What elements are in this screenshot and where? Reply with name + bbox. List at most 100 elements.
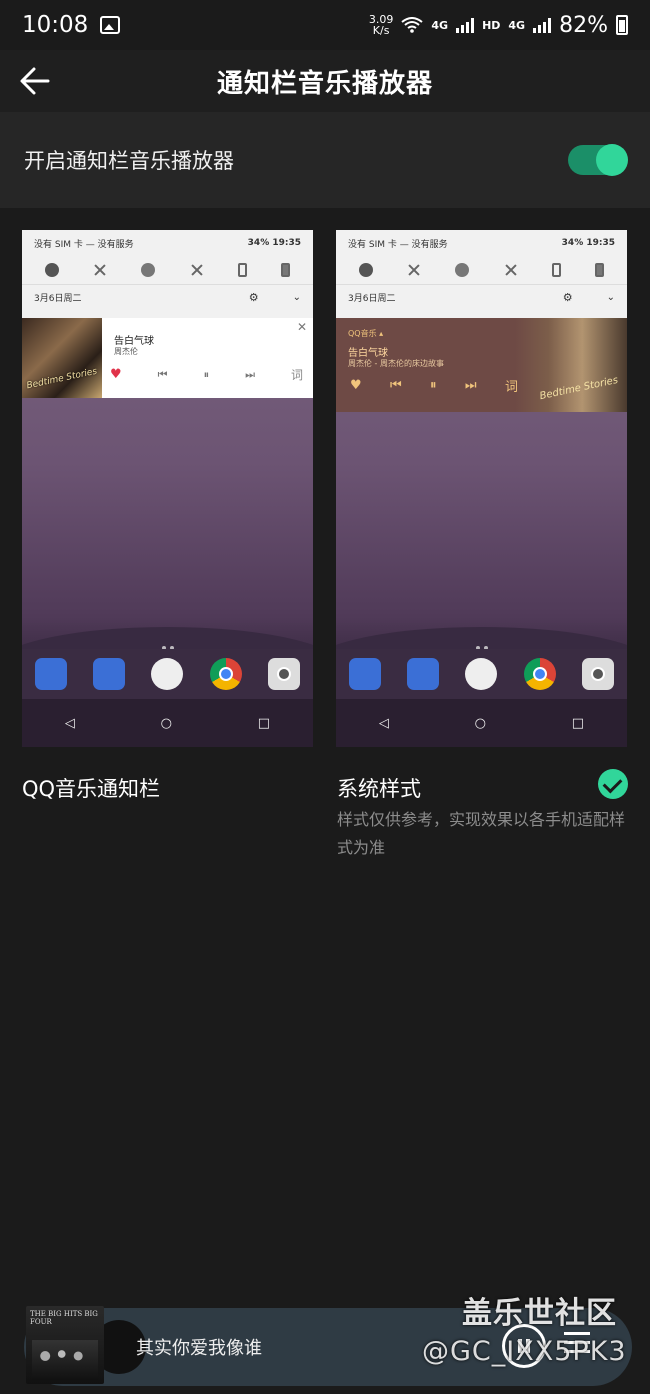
app-drawer-icon [465, 658, 498, 690]
shade-date-row: 3月6日周二 ⚙ ⌄ [336, 284, 627, 310]
player-controls: ♥ ⏮ ⏸ ⏭ 词 [110, 366, 303, 383]
album-art-text: Bedtime Stories [25, 366, 99, 392]
player-controls: ♥ ⏮ ⏸ ⏭ 词 [350, 376, 518, 395]
qq-notification-card: Bedtime Stories 告白气球 周杰伦 ✕ ♥ ⏮ ⏸ ⏭ 词 [22, 318, 313, 398]
shade-date: 3月6日周二 [348, 294, 396, 304]
album-faces [32, 1340, 98, 1380]
quick-settings [336, 256, 627, 284]
signal-icon-2 [533, 17, 552, 33]
song-title: 告白气球 [114, 336, 154, 347]
chrome-app-icon [523, 658, 556, 690]
system-notification-card: Bedtime Stories QQ音乐 ▴ 告白气球 周杰伦 - 周杰伦的床边… [336, 318, 627, 412]
album-art: Bedtime Stories [515, 318, 627, 412]
camera-app-icon [581, 658, 614, 690]
close-icon: ✕ [296, 320, 307, 334]
enable-notification-player-row[interactable]: 开启通知栏音乐播放器 [0, 112, 650, 208]
camera-app-icon [267, 658, 300, 690]
home-dock [22, 649, 313, 699]
next-icon: ⏭ [245, 367, 255, 381]
page-title: 通知栏音乐播放器 [216, 68, 433, 99]
pause-icon: ⏸ [203, 367, 210, 381]
bluetooth-off-icon [407, 263, 421, 277]
shade-status: 没有 SIM 卡 — 没有服务 34% 19:35 [336, 230, 627, 256]
app-drawer-icon [151, 658, 184, 690]
shade-status-left: 没有 SIM 卡 — 没有服务 [34, 239, 134, 250]
rotate-icon [551, 263, 561, 277]
battery-percent: 82% [559, 12, 608, 38]
signal-icon-1 [456, 17, 475, 33]
status-right: 3.09 K/s 4G HD 4G 82% [369, 13, 628, 38]
album-art-text: Bedtime Stories [538, 374, 620, 403]
app-header: 通知栏音乐播放器 [0, 50, 650, 112]
song-subtitle: 周杰伦 - 周杰伦的床边故事 [348, 359, 444, 368]
system-style-label[interactable]: 系统样式 [337, 773, 421, 803]
net-speed: 3.09 K/s [369, 14, 394, 36]
nav-recents-icon: □ [257, 715, 271, 731]
home-dock [336, 649, 627, 699]
qq-style-preview[interactable]: 没有 SIM 卡 — 没有服务 34% 19:35 3月6日周二 ⚙ ⌄ Bed… [22, 230, 313, 747]
nav-bar: ◁ ○ □ [336, 699, 627, 747]
pause-icon: ⏸ [430, 378, 437, 393]
messages-app-icon [93, 658, 126, 690]
bluetooth-off-icon [93, 263, 107, 277]
shade-status: 没有 SIM 卡 — 没有服务 34% 19:35 [22, 230, 313, 256]
heart-icon: ♥ [350, 378, 362, 393]
wifi-tile-icon [359, 263, 374, 277]
back-arrow-icon[interactable] [18, 64, 52, 98]
battery-saver-icon [280, 263, 290, 277]
mini-album-art[interactable]: THE BIG HITS BIG FOUR [26, 1306, 104, 1384]
nav-back-icon: ◁ [378, 715, 389, 731]
phone-app-icon [35, 658, 68, 690]
hd-badge: HD [482, 18, 501, 32]
lyrics-icon: 词 [504, 380, 518, 395]
nav-recents-icon: □ [571, 715, 585, 731]
status-time: 10:08 [22, 12, 89, 38]
dnd-icon [455, 263, 470, 277]
toggle-label: 开启通知栏音乐播放器 [24, 149, 234, 173]
settings-gear-icon: ⚙ [562, 291, 573, 304]
flashlight-off-icon [190, 263, 204, 277]
nav-bar: ◁ ○ □ [22, 699, 313, 747]
rotate-icon [237, 263, 247, 277]
notification-shade: 没有 SIM 卡 — 没有服务 34% 19:35 3月6日周二 ⚙ ⌄ [336, 230, 627, 318]
mini-album-text: THE BIG HITS BIG FOUR [30, 1310, 98, 1326]
settings-gear-icon: ⚙ [248, 291, 259, 304]
messages-app-icon [407, 658, 440, 690]
lyrics-icon: 词 [290, 368, 303, 382]
watermark-title: 盖乐世社区 [462, 1296, 617, 1331]
selected-check-icon[interactable] [598, 769, 628, 799]
wifi-icon [401, 17, 423, 33]
notification-shade: 没有 SIM 卡 — 没有服务 34% 19:35 3月6日周二 ⚙ ⌄ [22, 230, 313, 318]
song-artist: 周杰伦 [114, 347, 138, 356]
network-type-1: 4G [431, 18, 449, 32]
dnd-icon [141, 263, 156, 277]
wifi-tile-icon [45, 263, 60, 277]
mini-player-title: 其实你爱我像谁 [136, 1338, 262, 1359]
battery-saver-icon [594, 263, 604, 277]
song-title: 告白气球 [348, 348, 388, 359]
expand-chevron-icon: ⌄ [606, 292, 615, 303]
heart-icon: ♥ [110, 367, 122, 382]
chrome-app-icon [209, 658, 242, 690]
phone-app-icon [349, 658, 382, 690]
network-type-2: 4G [508, 18, 526, 32]
battery-icon [616, 15, 628, 35]
qq-style-label[interactable]: QQ音乐通知栏 [22, 773, 160, 803]
style-note: 样式仅供参考，实现效果以各手机适配样式为准 [337, 810, 626, 857]
nav-home-icon: ○ [160, 715, 173, 731]
shade-status-right: 34% 19:35 [561, 238, 615, 248]
system-style-preview[interactable]: 没有 SIM 卡 — 没有服务 34% 19:35 3月6日周二 ⚙ ⌄ Bed… [336, 230, 627, 747]
nav-home-icon: ○ [474, 715, 487, 731]
net-speed-unit: K/s [372, 24, 390, 37]
previous-icon: ⏮ [157, 367, 168, 381]
previous-icon: ⏮ [390, 378, 402, 393]
next-icon: ⏭ [464, 378, 477, 393]
flashlight-off-icon [504, 263, 518, 277]
app-name: QQ音乐 ▴ [348, 329, 384, 338]
toggle-knob [596, 144, 628, 176]
gallery-notification-icon [100, 16, 121, 34]
status-bar: 10:08 3.09 K/s 4G HD 4G 82% [0, 0, 650, 50]
shade-status-right: 34% 19:35 [247, 238, 301, 248]
shade-status-left: 没有 SIM 卡 — 没有服务 [348, 239, 448, 250]
enable-toggle-switch[interactable] [568, 144, 628, 176]
